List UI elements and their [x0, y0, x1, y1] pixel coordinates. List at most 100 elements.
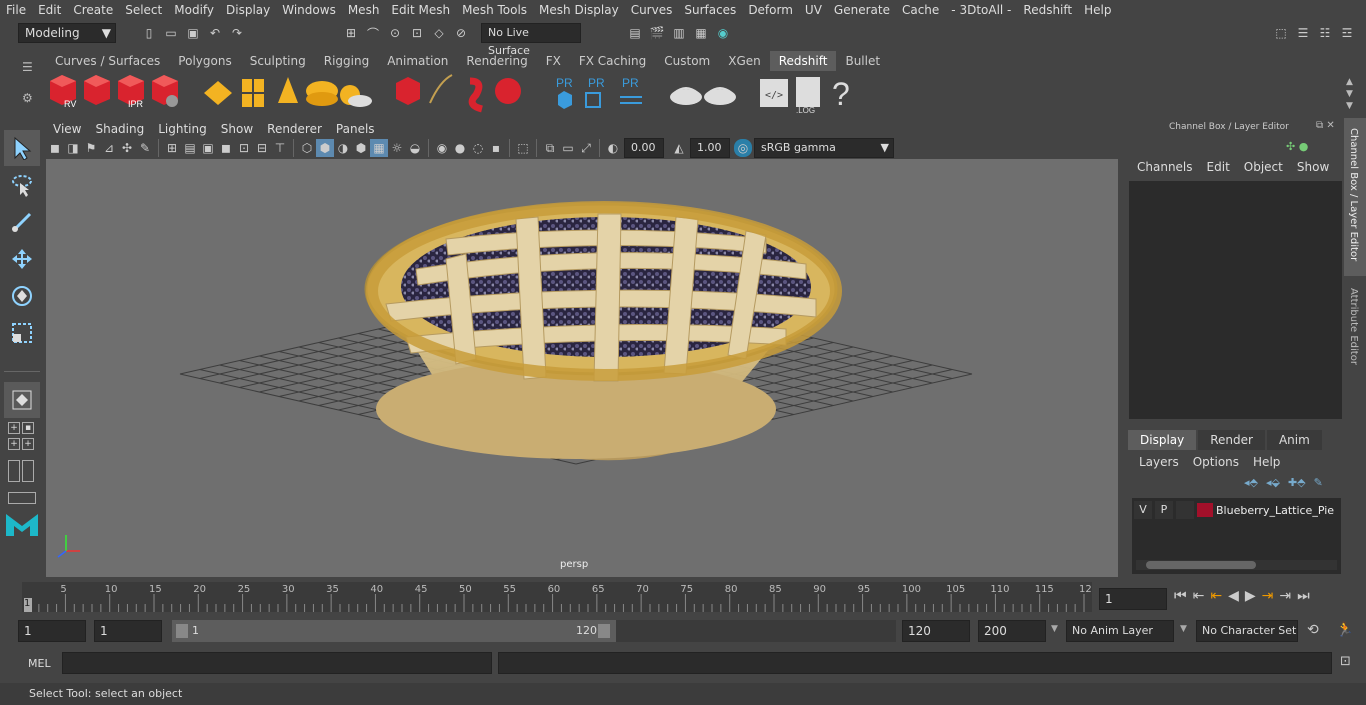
snap-curve-icon[interactable]: ⌒ — [364, 24, 382, 42]
play-back-icon[interactable]: ◀ — [1228, 588, 1239, 604]
range-handle-start[interactable] — [176, 624, 188, 638]
shelf-tab-custom[interactable]: Custom — [655, 51, 719, 71]
move-tool[interactable] — [4, 241, 40, 277]
render-current-icon[interactable]: 🎬 — [648, 24, 666, 42]
script-editor-icon[interactable]: ⊡ — [1340, 654, 1351, 669]
menu-mesh[interactable]: Mesh — [342, 0, 386, 20]
shelf-tab-animation[interactable]: Animation — [378, 51, 457, 71]
paint-select-tool[interactable] — [4, 204, 40, 240]
step-forward-icon[interactable]: ⇥ — [1279, 588, 1291, 604]
layout-outliner-icon[interactable] — [22, 460, 34, 482]
go-to-start-icon[interactable]: ⏮ — [1174, 588, 1187, 604]
channel-box-menu-object[interactable]: Object — [1237, 160, 1290, 174]
menu-create[interactable]: Create — [67, 0, 119, 20]
workspace-dropdown[interactable]: Modeling ▼ — [18, 23, 116, 43]
tab-channel-box[interactable]: Channel Box / Layer Editor — [1344, 118, 1366, 276]
scale-tool[interactable] — [4, 315, 40, 351]
time-slider[interactable]: 5 10 15 20 25 30 35 40 45 50 55 60 65 70 75 80 85 90 95 100… — [0, 580, 1366, 618]
menu-deform[interactable]: Deform — [742, 0, 799, 20]
layer-visibility-toggle[interactable]: V — [1134, 501, 1152, 519]
new-scene-icon[interactable]: ▯ — [140, 24, 158, 42]
menu-edit-mesh[interactable]: Edit Mesh — [385, 0, 456, 20]
select-camera-icon[interactable]: ⬚ — [514, 139, 532, 157]
layer-menu-help[interactable]: Help — [1246, 455, 1287, 469]
menu-windows[interactable]: Windows — [276, 0, 342, 20]
open-scene-icon[interactable]: ▭ — [162, 24, 180, 42]
safe-action-icon[interactable]: ⊟ — [253, 139, 271, 157]
colorspace-dropdown[interactable]: sRGB gamma ▼ — [754, 138, 894, 158]
go-to-end-icon[interactable]: ⏭ — [1297, 588, 1310, 604]
camera-attr-icon[interactable]: ◨ — [64, 139, 82, 157]
channel-box-icon[interactable]: ☲ — [1338, 24, 1356, 42]
tool-settings-icon[interactable]: ☷ — [1316, 24, 1334, 42]
shelf-tab-sculpting[interactable]: Sculpting — [241, 51, 315, 71]
menu-display[interactable]: Display — [220, 0, 276, 20]
image-plane-icon[interactable]: ⊿ — [100, 139, 118, 157]
menu-3dtoall[interactable]: - 3DtoAll - — [945, 0, 1017, 20]
film-gate-icon[interactable]: ▤ — [181, 139, 199, 157]
menu-modify[interactable]: Modify — [168, 0, 220, 20]
textured-icon[interactable]: ⬢ — [352, 139, 370, 157]
undo-icon[interactable]: ↶ — [206, 24, 224, 42]
menu-generate[interactable]: Generate — [828, 0, 896, 20]
render-settings-icon[interactable]: ▦ — [692, 24, 710, 42]
frame-all-icon[interactable]: ⧉ — [541, 139, 559, 157]
shelf-tab-polygons[interactable]: Polygons — [169, 51, 240, 71]
shadows-icon[interactable]: ◒ — [406, 139, 424, 157]
menu-cache[interactable]: Cache — [896, 0, 945, 20]
command-input[interactable] — [62, 652, 492, 674]
two-d-pan-icon[interactable]: ✣ — [118, 139, 136, 157]
layer-color-swatch[interactable] — [1197, 503, 1213, 517]
step-back-key-icon[interactable]: ⇤ — [1210, 588, 1222, 604]
shelf-tab-rendering[interactable]: Rendering — [457, 51, 536, 71]
isolate-icon[interactable]: ◉ — [433, 139, 451, 157]
move-layer-up-icon[interactable]: ◂⬘ — [1244, 476, 1258, 489]
time-ruler[interactable]: 5 10 15 20 25 30 35 40 45 50 55 60 65 70 75 80 85 90 95 100… — [22, 582, 1092, 612]
grease-pencil-icon[interactable]: ✎ — [136, 139, 154, 157]
camera-select-icon[interactable]: ◼ — [46, 139, 64, 157]
shelf-tab-redshift[interactable]: Redshift — [769, 51, 837, 71]
step-forward-key-icon[interactable]: ⇥ — [1262, 588, 1274, 604]
smooth-shade-icon[interactable]: ⬢ — [316, 139, 334, 157]
channel-box-menu-channels[interactable]: Channels — [1130, 160, 1200, 174]
hypershade-icon[interactable]: ◉ — [714, 24, 732, 42]
wireframe-on-shaded-icon[interactable]: ◑ — [334, 139, 352, 157]
exposure-field[interactable]: 0.00 — [624, 138, 664, 158]
animation-start-field[interactable]: 1 — [18, 620, 86, 642]
channel-box-menu-edit[interactable]: Edit — [1200, 160, 1237, 174]
snap-view-icon[interactable]: ⊡ — [408, 24, 426, 42]
gate-mask-icon[interactable]: ◼ — [217, 139, 235, 157]
grid-icon[interactable]: ⊞ — [163, 139, 181, 157]
viewport-menu-panels[interactable]: Panels — [329, 122, 382, 136]
channel-list[interactable] — [1129, 181, 1342, 419]
ipr-render-icon[interactable]: ▥ — [670, 24, 688, 42]
viewport-menu-show[interactable]: Show — [214, 122, 260, 136]
channel-box-tools-icon[interactable]: ✣ ● — [1286, 140, 1308, 153]
shelf-tab-fx[interactable]: FX — [537, 51, 570, 71]
pie-model[interactable] — [364, 201, 842, 461]
panel-float-icon[interactable]: ⧉ ✕ — [1316, 120, 1335, 131]
layout-vertical-icon[interactable] — [8, 460, 20, 482]
step-back-icon[interactable]: ⇤ — [1193, 588, 1205, 604]
pie-icons[interactable] — [670, 87, 736, 105]
menu-surfaces[interactable]: Surfaces — [678, 0, 742, 20]
color-management-icon[interactable]: ◎ — [734, 139, 752, 157]
play-forward-icon[interactable]: ▶ — [1245, 588, 1256, 604]
live-surface-field[interactable]: No Live Surface — [481, 23, 581, 57]
tab-attribute-editor[interactable]: Attribute Editor — [1344, 280, 1366, 380]
anim-layer-field[interactable]: No Anim Layer — [1066, 620, 1174, 642]
viewport-menu-view[interactable]: View — [46, 122, 88, 136]
redo-icon[interactable]: ↷ — [228, 24, 246, 42]
attribute-editor-icon[interactable]: ☰ — [1294, 24, 1312, 42]
shelf-tab-curves-surfaces[interactable]: Curves / Surfaces — [46, 51, 169, 71]
viewport-persp[interactable]: persp — [46, 159, 1118, 577]
gamma-field[interactable]: 1.00 — [690, 138, 730, 158]
layer-menu-options[interactable]: Options — [1186, 455, 1246, 469]
menu-curves[interactable]: Curves — [625, 0, 679, 20]
auto-key-icon[interactable]: ⟲ — [1307, 622, 1319, 638]
select-tool[interactable] — [4, 130, 40, 166]
character-set-field[interactable]: No Character Set — [1196, 620, 1298, 642]
chevron-down-icon[interactable]: ▼ — [1180, 624, 1187, 634]
layer-row[interactable]: V P Blueberry_Lattice_Pie — [1134, 500, 1339, 520]
shelf-scroll[interactable]: ▲ ▼ ▼ — [1346, 76, 1353, 112]
